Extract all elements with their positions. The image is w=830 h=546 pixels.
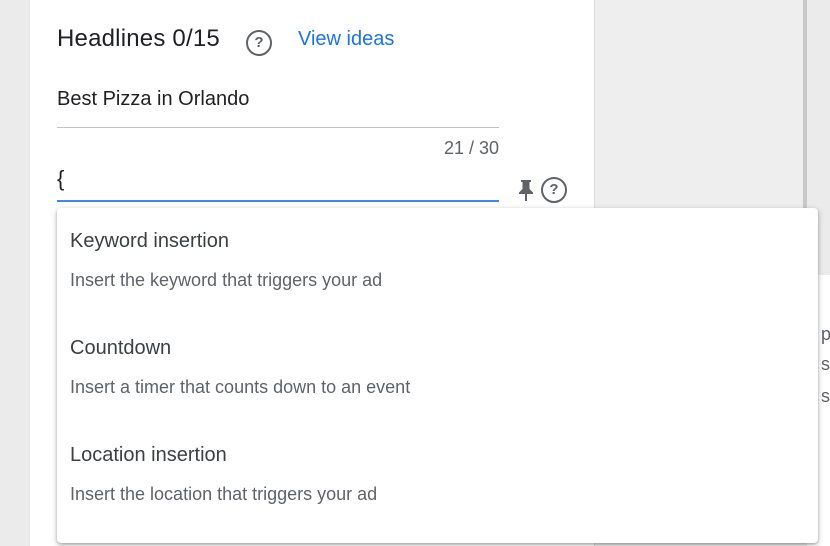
option-description: Insert the location that triggers your a… xyxy=(70,484,378,504)
headline-1-underline xyxy=(57,127,499,128)
help-circle-icon[interactable]: ? xyxy=(246,30,272,56)
option-location-insertion[interactable]: Location insertion Insert the location t… xyxy=(57,422,818,529)
headlines-title: Headlines 0/15 xyxy=(57,25,220,52)
headline-2-focus-underline xyxy=(57,200,499,202)
view-ideas-link[interactable]: View ideas xyxy=(298,28,394,51)
clipped-glyph: s xyxy=(821,354,830,374)
char-counter: 21 / 30 xyxy=(443,138,499,158)
option-countdown[interactable]: Countdown Insert a timer that counts dow… xyxy=(57,315,818,422)
left-gutter xyxy=(0,0,30,546)
headline-1-value[interactable]: Best Pizza in Orlando xyxy=(57,88,249,111)
option-title: Keyword insertion xyxy=(70,230,229,252)
option-keyword-insertion[interactable]: Keyword insertion Insert the keyword tha… xyxy=(57,208,818,315)
headline-2-input[interactable] xyxy=(57,160,499,198)
insertion-dropdown: Keyword insertion Insert the keyword tha… xyxy=(57,208,818,543)
option-title: Countdown xyxy=(70,337,172,359)
option-title: Location insertion xyxy=(70,444,227,466)
help-circle-icon[interactable]: ? xyxy=(541,177,567,203)
clipped-glyph: p xyxy=(821,324,830,344)
option-description: Insert a timer that counts down to an ev… xyxy=(70,377,411,397)
clipped-glyph: sh xyxy=(821,386,830,406)
pin-icon[interactable] xyxy=(516,178,536,202)
option-description: Insert the keyword that triggers your ad xyxy=(70,270,383,290)
